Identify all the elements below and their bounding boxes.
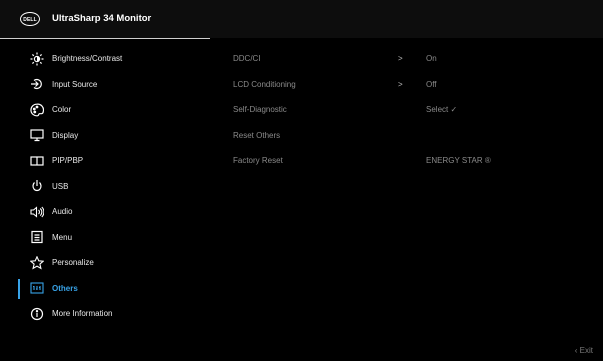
menu-item-label: More Information bbox=[52, 309, 113, 319]
option-factory-reset[interactable]: Factory Reset ENERGY STAR ® bbox=[233, 148, 593, 174]
pip-pbp-icon bbox=[30, 154, 44, 168]
main-menu: Brightness/Contrast Input Source Color D… bbox=[0, 46, 210, 327]
menu-item-label: Display bbox=[52, 130, 79, 140]
dell-logo: DELL bbox=[20, 12, 40, 26]
menu-item-label: Color bbox=[52, 105, 72, 115]
usb-icon bbox=[30, 179, 44, 193]
active-indicator bbox=[18, 278, 20, 299]
menu-item-menu[interactable]: Menu bbox=[0, 225, 210, 251]
menu-item-pip-pbp[interactable]: PIP/PBP bbox=[0, 148, 210, 174]
option-value: ENERGY STAR ® bbox=[426, 156, 491, 166]
display-icon bbox=[30, 128, 44, 142]
option-label: DDC/CI bbox=[233, 54, 261, 64]
menu-item-label: Menu bbox=[52, 232, 73, 242]
option-label: Reset Others bbox=[233, 130, 281, 140]
input-source-icon bbox=[30, 77, 44, 91]
header-divider bbox=[0, 38, 210, 39]
menu-item-label: Others bbox=[52, 283, 78, 293]
menu-item-color[interactable]: Color bbox=[0, 97, 210, 123]
menu-icon bbox=[30, 230, 44, 244]
color-palette-icon bbox=[30, 103, 44, 117]
star-icon bbox=[30, 255, 44, 270]
osd-header: DELL UltraSharp 34 Monitor bbox=[0, 0, 603, 38]
menu-item-display[interactable]: Display bbox=[0, 123, 210, 149]
menu-item-label: PIP/PBP bbox=[52, 156, 84, 166]
others-submenu: DDC/CI > On LCD Conditioning > Off Self-… bbox=[233, 46, 593, 174]
others-icon bbox=[30, 281, 44, 295]
option-label: Self-Diagnostic bbox=[233, 105, 287, 115]
chevron-right-icon: > bbox=[398, 79, 403, 89]
menu-item-brightness-contrast[interactable]: Brightness/Contrast bbox=[0, 46, 210, 72]
menu-item-label: Personalize bbox=[52, 258, 94, 268]
menu-item-usb[interactable]: USB bbox=[0, 174, 210, 200]
menu-item-label: Audio bbox=[52, 207, 73, 217]
menu-item-label: Input Source bbox=[52, 79, 98, 89]
option-ddc-ci[interactable]: DDC/CI > On bbox=[233, 46, 593, 72]
menu-item-personalize[interactable]: Personalize bbox=[0, 250, 210, 276]
option-value: On bbox=[426, 54, 437, 64]
chevron-right-icon: > bbox=[398, 54, 403, 64]
menu-item-audio[interactable]: Audio bbox=[0, 199, 210, 225]
info-icon bbox=[30, 307, 44, 321]
monitor-title: UltraSharp 34 Monitor bbox=[52, 13, 152, 24]
menu-item-label: USB bbox=[52, 181, 69, 191]
menu-item-more-information[interactable]: More Information bbox=[0, 301, 210, 327]
option-label: Factory Reset bbox=[233, 156, 283, 166]
option-label: LCD Conditioning bbox=[233, 79, 296, 89]
exit-button[interactable]: ‹ Exit bbox=[575, 346, 593, 355]
option-value: Select ✓ bbox=[426, 105, 458, 115]
brightness-icon bbox=[30, 52, 44, 66]
menu-item-input-source[interactable]: Input Source bbox=[0, 72, 210, 98]
option-value: Off bbox=[426, 79, 437, 89]
menu-item-label: Brightness/Contrast bbox=[52, 54, 123, 64]
speaker-icon bbox=[30, 205, 44, 219]
menu-item-others[interactable]: Others bbox=[0, 276, 210, 302]
option-lcd-conditioning[interactable]: LCD Conditioning > Off bbox=[233, 72, 593, 98]
option-reset-others[interactable]: Reset Others bbox=[233, 123, 593, 149]
option-self-diagnostic[interactable]: Self-Diagnostic Select ✓ bbox=[233, 97, 593, 123]
